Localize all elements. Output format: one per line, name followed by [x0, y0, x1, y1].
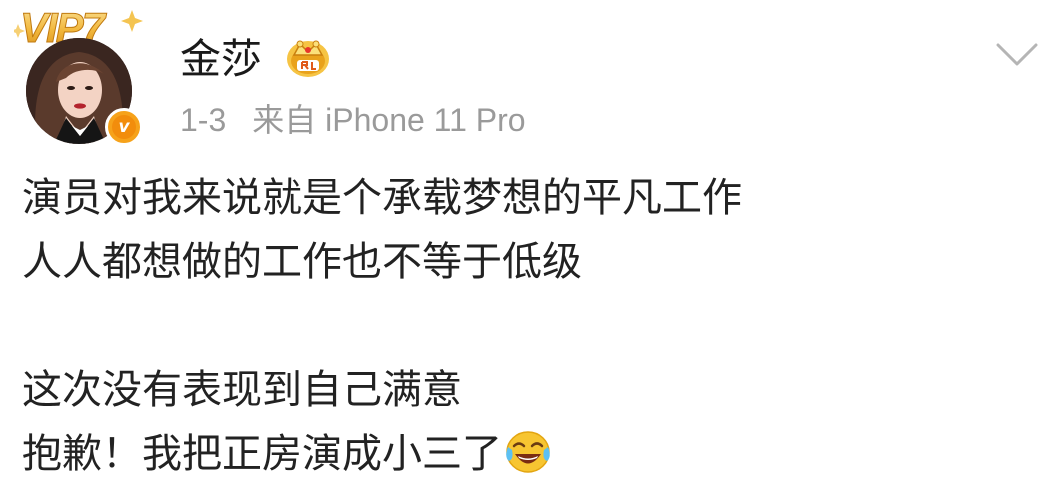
- verified-badge-icon: v: [105, 108, 143, 146]
- author-name[interactable]: 金莎: [180, 34, 262, 84]
- post-text-line-with-emoji: 抱歉！我把正房演成小三了: [22, 422, 1022, 486]
- post-source: 来自 iPhone 11 Pro: [252, 102, 526, 138]
- post-content: 演员对我来说就是个承载梦想的平凡工作 人人都想做的工作也不等于低级 这次没有表现…: [22, 166, 1022, 486]
- weibo-post-card: VIP7 v 金莎 1-3 来自 iPhone 11 Pro 演员对我来说就是个…: [0, 0, 1063, 497]
- post-meta: 1-3 来自 iPhone 11 Pro: [180, 98, 526, 142]
- post-text-line: 演员对我来说就是个承载梦想的平凡工作: [22, 175, 742, 221]
- verified-badge-glyph: v: [112, 115, 136, 139]
- crown-icon[interactable]: [285, 35, 331, 79]
- chevron-down-icon[interactable]: [995, 40, 1039, 70]
- laugh-cry-emoji-icon: [506, 431, 550, 473]
- post-time: 1-3: [180, 102, 227, 138]
- post-text-line: 抱歉！我把正房演成小三了: [22, 431, 502, 477]
- author-avatar-wrap[interactable]: v: [26, 38, 144, 146]
- post-text-line: 人人都想做的工作也不等于低级: [22, 239, 582, 285]
- post-text-line: 这次没有表现到自己满意: [22, 367, 462, 413]
